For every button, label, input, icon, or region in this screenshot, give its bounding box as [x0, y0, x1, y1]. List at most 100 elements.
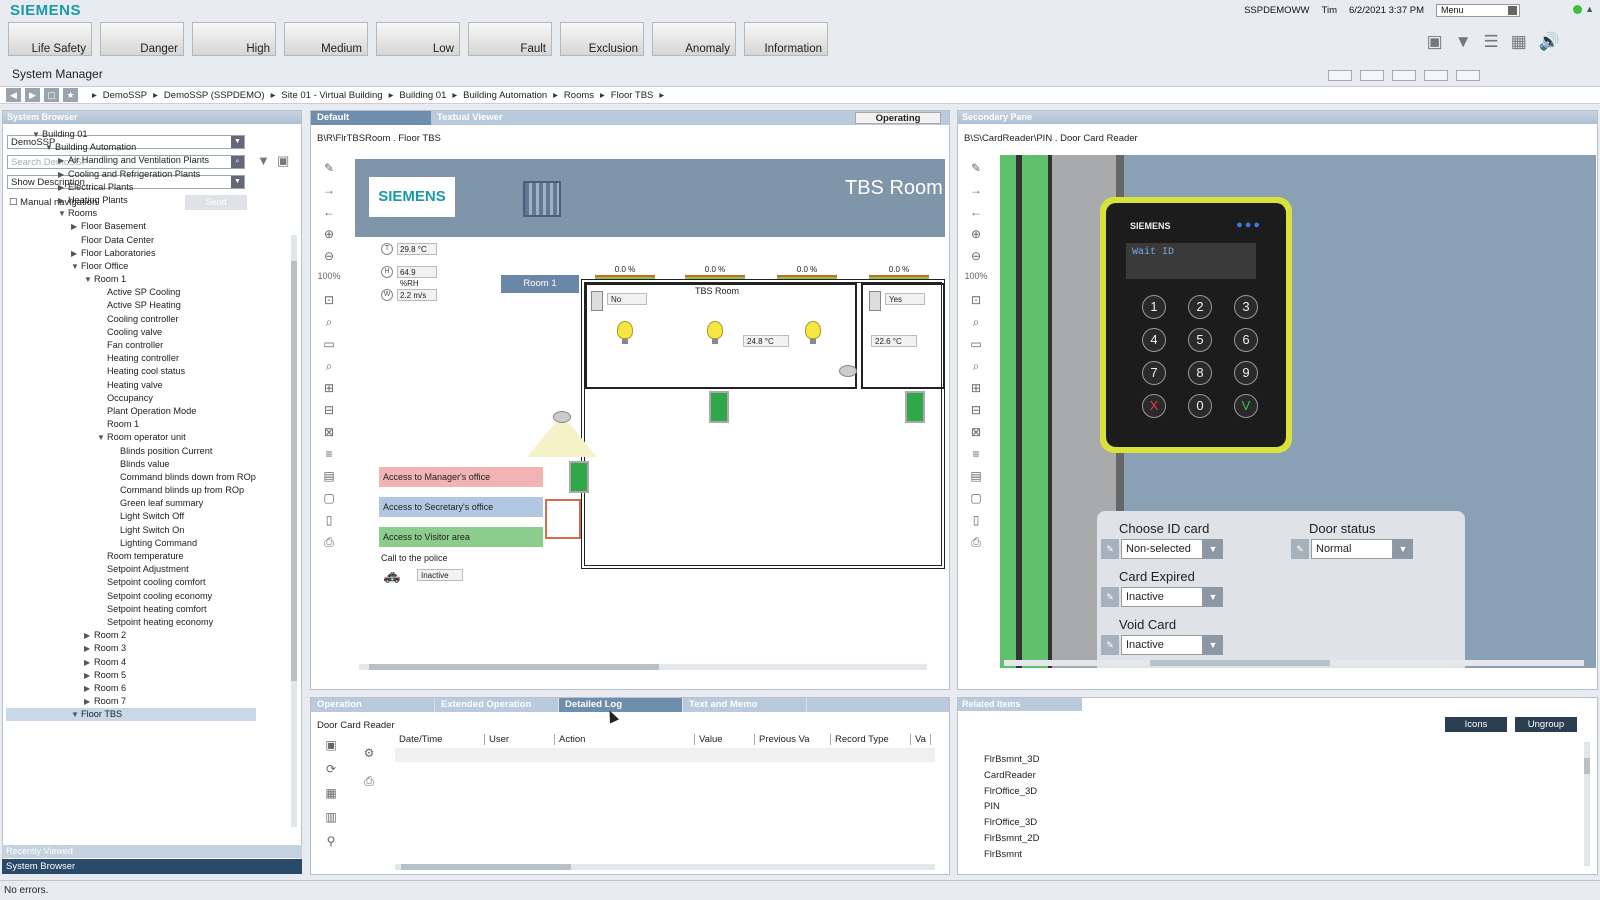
lightbulb-icon[interactable]	[617, 321, 633, 344]
window-icon[interactable]: ▭	[323, 337, 334, 351]
alarm-filter-low[interactable]: Low	[376, 22, 460, 56]
tree-node[interactable]: Heating cool status	[6, 365, 256, 378]
tab-default[interactable]: Default	[311, 111, 431, 125]
layout-icon[interactable]: ▦	[1511, 32, 1527, 52]
room-1-label[interactable]: Room 1	[501, 275, 579, 293]
expanded-arrow-icon[interactable]: ▼	[45, 141, 55, 154]
collapsed-arrow-icon[interactable]: ▶	[71, 247, 81, 260]
chevron-down-icon[interactable]: ▼	[1203, 539, 1223, 559]
door-icon[interactable]	[709, 391, 729, 423]
related-item[interactable]: CardReader	[984, 768, 1039, 784]
alarm-filter-danger[interactable]: Danger	[100, 22, 184, 56]
column-header[interactable]: Value	[695, 734, 755, 745]
tree-node[interactable]: Floor Data Center	[6, 234, 256, 247]
collapsed-arrow-icon[interactable]: ▶	[84, 629, 94, 642]
pen-icon[interactable]: ✎	[1291, 539, 1309, 559]
temperature-sensor[interactable]: T 29.8 °C	[381, 243, 437, 255]
extent-icon[interactable]: ⊞	[971, 381, 981, 395]
tree-node[interactable]: ▼ Rooms	[6, 207, 256, 220]
alarm-filter-medium[interactable]: Medium	[284, 22, 368, 56]
arrow-left-icon[interactable]: ←	[970, 205, 982, 219]
tree-node[interactable]: Command blinds up from ROp	[6, 484, 256, 497]
graphic-h-scroll-thumb[interactable]	[369, 664, 659, 670]
save-icon[interactable]: ▣	[325, 738, 336, 752]
window-icon[interactable]: ▭	[970, 337, 981, 351]
layout-1-icon[interactable]	[1328, 70, 1352, 81]
link-icon[interactable]: ⚲	[327, 834, 336, 848]
system-browser-tab[interactable]: System Browser	[2, 859, 302, 874]
related-item[interactable]: FlrBsmnt	[984, 847, 1039, 863]
blind-3-percent[interactable]: 0.0 %	[777, 265, 837, 279]
chevron-down-icon[interactable]: ▼	[1203, 587, 1223, 607]
grid-icon[interactable]: ▦	[325, 786, 336, 800]
comment-icon[interactable]: ▤	[323, 469, 334, 483]
tree-node[interactable]: Setpoint cooling comfort	[6, 576, 256, 589]
tree-node[interactable]: ▶ Room 4	[6, 656, 256, 669]
police-car-icon[interactable]: 🚓	[383, 567, 400, 584]
operating-mode-button[interactable]: Operating	[855, 112, 941, 124]
tab-extended-operation[interactable]: Extended Operation	[435, 698, 559, 712]
zoom-in-icon[interactable]: ⊕	[324, 227, 334, 241]
arrow-left-icon[interactable]: ←	[323, 205, 335, 219]
pen-icon[interactable]: ✎	[324, 161, 334, 175]
print-icon[interactable]: ⎙	[364, 774, 374, 788]
expanded-arrow-icon[interactable]: ▼	[71, 260, 81, 273]
door-icon[interactable]	[905, 391, 925, 423]
camera-icon[interactable]	[553, 411, 571, 423]
alarm-filter-information[interactable]: Information	[744, 22, 828, 56]
tree-node[interactable]: Setpoint heating comfort	[6, 603, 256, 616]
tree-node[interactable]: Cooling controller	[6, 313, 256, 326]
keypad-key[interactable]: X	[1142, 394, 1166, 418]
layers-icon[interactable]: ≡	[325, 447, 332, 461]
lightbulb-icon[interactable]	[707, 321, 723, 344]
lightbulb-icon[interactable]	[805, 321, 821, 344]
save-icon[interactable]: ▣	[277, 153, 289, 169]
grid-icon[interactable]: ⊟	[971, 403, 981, 417]
humidity-sensor[interactable]: H 64.9 %RH	[381, 266, 437, 288]
gear-icon[interactable]: ⚙	[364, 746, 375, 760]
tree-node[interactable]: Room 1	[6, 418, 256, 431]
access-manager-bar[interactable]: Access to Manager's office	[379, 467, 543, 487]
door-status-select[interactable]: ✎ Normal ▼	[1291, 539, 1413, 559]
tree-node[interactable]: Green leaf summary	[6, 497, 256, 510]
keypad-key[interactable]: 5	[1188, 328, 1212, 352]
arrow-right-icon[interactable]: →	[323, 183, 335, 197]
tree-node[interactable]: Setpoint cooling economy	[6, 590, 256, 603]
back-icon[interactable]: ◀	[6, 88, 21, 102]
expanded-arrow-icon[interactable]: ▼	[97, 431, 107, 444]
tree-node[interactable]: ▶ Electrical Plants	[6, 181, 256, 194]
blind-4-percent[interactable]: 0.0 %	[869, 265, 929, 279]
collapsed-arrow-icon[interactable]: ▶	[71, 220, 81, 233]
layout-2-icon[interactable]	[1360, 70, 1384, 81]
tree-node[interactable]: ▶ Room 3	[6, 642, 256, 655]
select-icon[interactable]: ⊠	[971, 425, 981, 439]
keypad-key[interactable]: 2	[1188, 295, 1212, 319]
chevron-down-icon[interactable]: ▼	[1203, 635, 1223, 655]
tree-node[interactable]: ▶ Room 2	[6, 629, 256, 642]
keypad-key[interactable]: 3	[1234, 295, 1258, 319]
layers-icon[interactable]: ≡	[972, 447, 979, 461]
tree-node[interactable]: Heating valve	[6, 379, 256, 392]
collapsed-arrow-icon[interactable]: ▶	[84, 656, 94, 669]
tree-node[interactable]: ▼ Floor Office	[6, 260, 256, 273]
related-item[interactable]: FlrBsmnt_3D	[984, 752, 1039, 768]
breadcrumb-item[interactable]: Site 01 - Virtual Building	[281, 90, 382, 101]
tree-node[interactable]: Active SP Cooling	[6, 286, 256, 299]
blind-1-percent[interactable]: 0.0 %	[595, 265, 655, 279]
expanded-arrow-icon[interactable]: ▼	[58, 207, 68, 220]
pen-icon[interactable]: ✎	[971, 161, 981, 175]
breadcrumb-item[interactable]: DemoSSP	[103, 90, 147, 101]
related-item[interactable]: PIN	[984, 799, 1039, 815]
collapsed-arrow-icon[interactable]: ▶	[58, 168, 68, 181]
summary-icon[interactable]: ▣	[1427, 32, 1443, 52]
breadcrumb-item[interactable]: DemoSSP (SSPDEMO)	[164, 90, 265, 101]
wind-sensor[interactable]: W 2.2 m/s	[381, 289, 437, 301]
print-icon[interactable]: ⎙	[324, 535, 334, 549]
collapsed-arrow-icon[interactable]: ▶	[84, 669, 94, 682]
layout-4-icon[interactable]	[1424, 70, 1448, 81]
pen-icon[interactable]: ✎	[1101, 587, 1119, 607]
column-header[interactable]: Record Type	[831, 734, 911, 745]
home-icon[interactable]: ▢	[44, 88, 59, 102]
choose-id-select[interactable]: ✎ Non-selected ▼	[1101, 539, 1223, 559]
fit-icon[interactable]: ⊡	[971, 293, 981, 307]
